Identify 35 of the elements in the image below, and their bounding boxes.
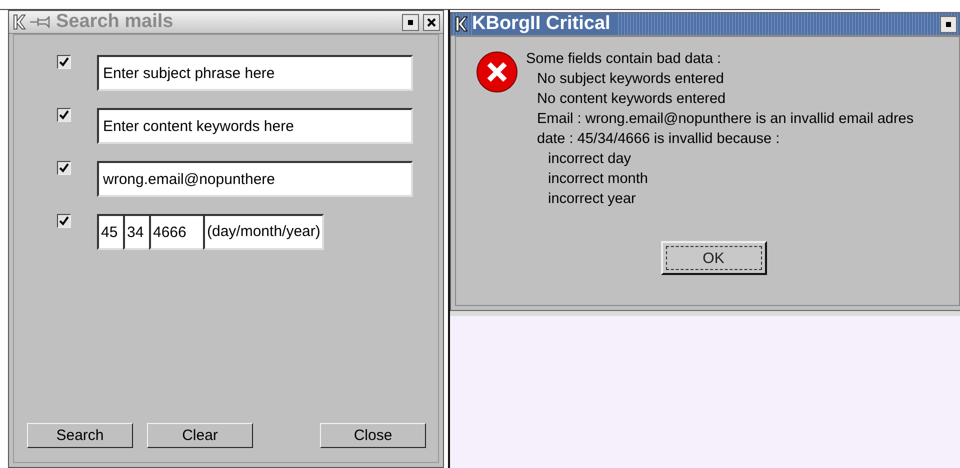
close-icon — [427, 18, 436, 26]
square-icon — [946, 22, 951, 26]
checkbox[interactable] — [57, 108, 71, 122]
pin-icon[interactable] — [30, 16, 52, 28]
date-format-hint: (day/month/year) — [203, 214, 324, 250]
push-button[interactable]: Close — [320, 423, 426, 448]
window-title: KBorgII Critical — [472, 13, 616, 35]
message-line: Email : wrong.email@nopunthere is an invallid email adres — [536, 110, 914, 129]
checkbox[interactable] — [57, 55, 71, 69]
month-field[interactable]: 34 — [123, 214, 149, 250]
ok-button[interactable]: OK — [660, 241, 766, 275]
window-title: Search mails — [56, 11, 174, 33]
checkbox[interactable] — [57, 161, 71, 175]
text-field[interactable]: Enter content keywords here — [97, 108, 413, 144]
square-icon — [408, 20, 413, 24]
app-logo-icon — [12, 14, 26, 30]
message-line: No content keywords entered — [536, 90, 727, 109]
day-field[interactable]: 45 — [97, 214, 123, 250]
error-icon — [476, 51, 518, 93]
push-button[interactable]: Search — [27, 423, 133, 448]
app-logo-icon — [454, 16, 468, 32]
minimize-button[interactable] — [402, 14, 419, 30]
message-line: No subject keywords entered — [536, 70, 725, 89]
message-line: incorrect year — [547, 190, 637, 209]
message-line: incorrect month — [547, 170, 649, 189]
message-line: Some fields contain bad data : — [526, 50, 722, 69]
close-button[interactable] — [423, 14, 440, 30]
message-line: date : 45/34/4666 is invallid because : — [536, 130, 781, 149]
text-field[interactable]: Enter subject phrase here — [97, 55, 413, 91]
checkbox[interactable] — [57, 214, 71, 228]
text-field[interactable]: wrong.email@nopunthere — [97, 161, 413, 197]
minimize-button[interactable] — [940, 16, 957, 32]
year-field[interactable]: 4666 — [149, 214, 203, 250]
message-line: incorrect day — [547, 150, 632, 169]
push-button[interactable]: Clear — [147, 423, 253, 448]
